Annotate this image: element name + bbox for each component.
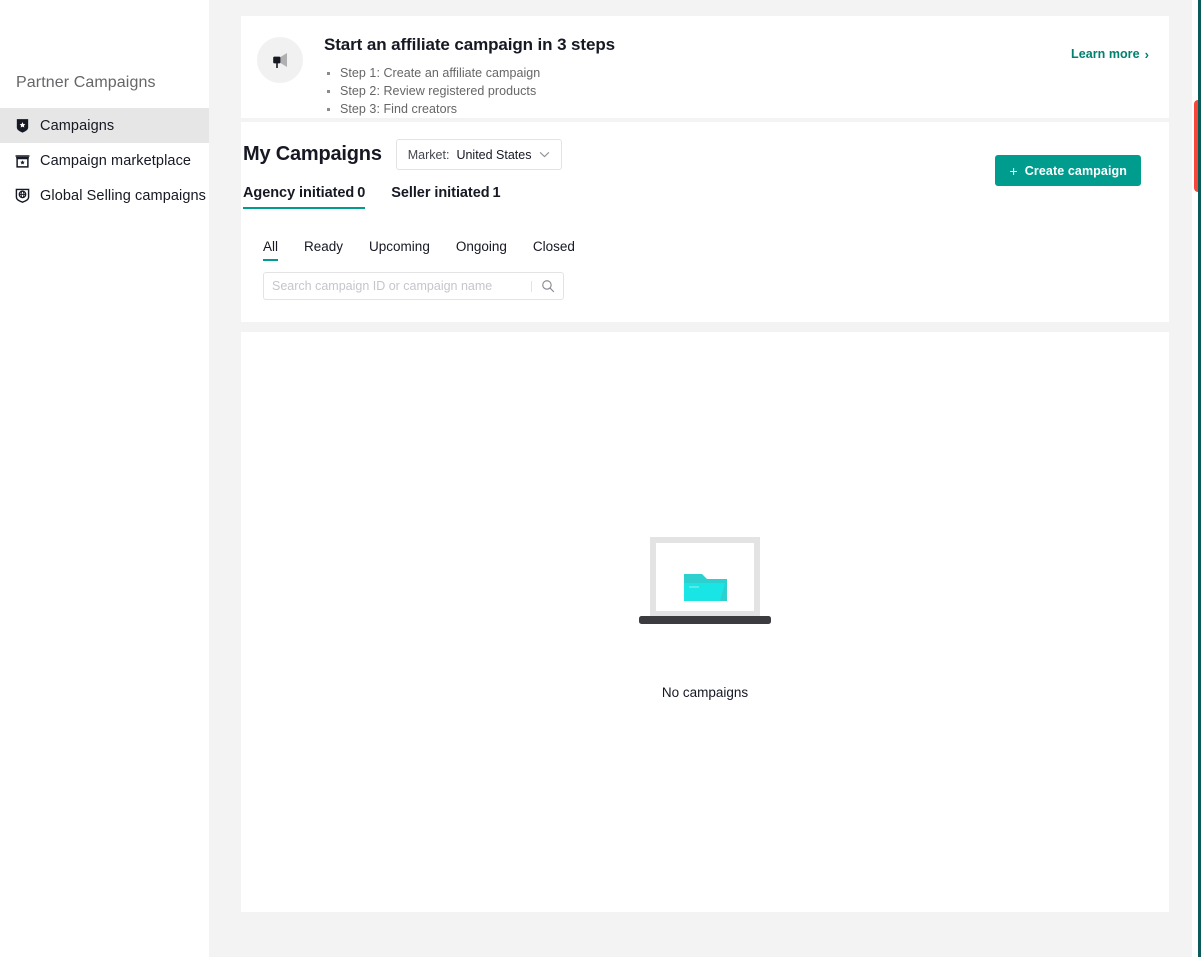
banner-steps-list: Step 1: Create an affiliate campaign Ste… [324, 64, 1149, 118]
sidebar-item-campaigns[interactable]: Campaigns [0, 108, 209, 143]
status-tabs: All Ready Upcoming Ongoing Closed [263, 239, 1169, 261]
tab-ongoing[interactable]: Ongoing [456, 239, 507, 261]
tab-all[interactable]: All [263, 239, 279, 261]
tab-label: Seller initiated [391, 185, 490, 201]
app-root: Partner Campaigns Campaigns Campaign mar… [0, 0, 1201, 957]
banner-body: Start an affiliate campaign in 3 steps S… [324, 33, 1149, 118]
empty-state-text: No campaigns [661, 685, 749, 700]
sidebar: Partner Campaigns Campaigns Campaign mar… [0, 0, 209, 957]
chevron-right-icon: › [1144, 46, 1149, 62]
tab-label: Agency initiated [243, 185, 355, 201]
banner-step: Step 1: Create an affiliate campaign [324, 64, 1149, 82]
storefront-icon [14, 152, 31, 169]
tab-ready[interactable]: Ready [304, 239, 343, 261]
market-value: United States [456, 147, 532, 162]
sidebar-item-campaign-marketplace[interactable]: Campaign marketplace [0, 143, 209, 178]
search-icon[interactable] [541, 279, 555, 293]
create-campaign-zone: + Create campaign [995, 155, 1141, 186]
sidebar-nav: Campaigns Campaign marketplace Global Se… [0, 108, 209, 213]
market-label: Market: [407, 147, 450, 162]
page-title: My Campaigns [243, 143, 382, 165]
learn-more-label: Learn more [1071, 47, 1140, 61]
tab-upcoming[interactable]: Upcoming [369, 239, 430, 261]
campaigns-list-empty-card: No campaigns [241, 332, 1169, 912]
tab-closed[interactable]: Closed [533, 239, 575, 261]
shield-star-icon [14, 117, 31, 134]
create-campaign-label: Create campaign [1024, 163, 1127, 178]
sidebar-title: Partner Campaigns [16, 74, 156, 91]
banner-step: Step 2: Review registered products [324, 82, 1149, 100]
search-divider [531, 280, 532, 292]
banner-step: Step 3: Find creators [324, 100, 1149, 118]
onboarding-banner: Start an affiliate campaign in 3 steps S… [241, 16, 1169, 118]
sidebar-item-label: Global Selling campaigns [40, 187, 207, 204]
search-box[interactable] [263, 272, 564, 300]
tab-seller-initiated[interactable]: Seller initiated 1 [391, 185, 500, 209]
sidebar-item-label: Campaigns [40, 117, 115, 134]
tab-agency-initiated[interactable]: Agency initiated 0 [243, 185, 366, 209]
tab-count: 0 [357, 185, 366, 201]
chevron-down-icon [539, 149, 550, 161]
sidebar-item-global-selling-campaigns[interactable]: Global Selling campaigns [0, 178, 209, 213]
laptop-folder-illustration [637, 536, 773, 637]
learn-more-link[interactable]: Learn more › [1071, 47, 1149, 61]
campaigns-header-card: My Campaigns Market: United States + Cre… [241, 122, 1169, 322]
plus-icon: + [1009, 162, 1018, 179]
main-content: Start an affiliate campaign in 3 steps S… [209, 0, 1201, 957]
globe-shield-icon [14, 187, 31, 204]
sidebar-item-label: Campaign marketplace [40, 152, 192, 169]
market-dropdown[interactable]: Market: United States [395, 139, 563, 170]
search-input[interactable] [272, 279, 531, 293]
create-campaign-button[interactable]: + Create campaign [995, 155, 1141, 186]
banner-title: Start an affiliate campaign in 3 steps [324, 35, 615, 54]
tab-count: 1 [492, 185, 501, 201]
initiator-tabs: Agency initiated 0 Seller initiated 1 [243, 185, 1169, 209]
megaphone-icon [257, 37, 303, 83]
